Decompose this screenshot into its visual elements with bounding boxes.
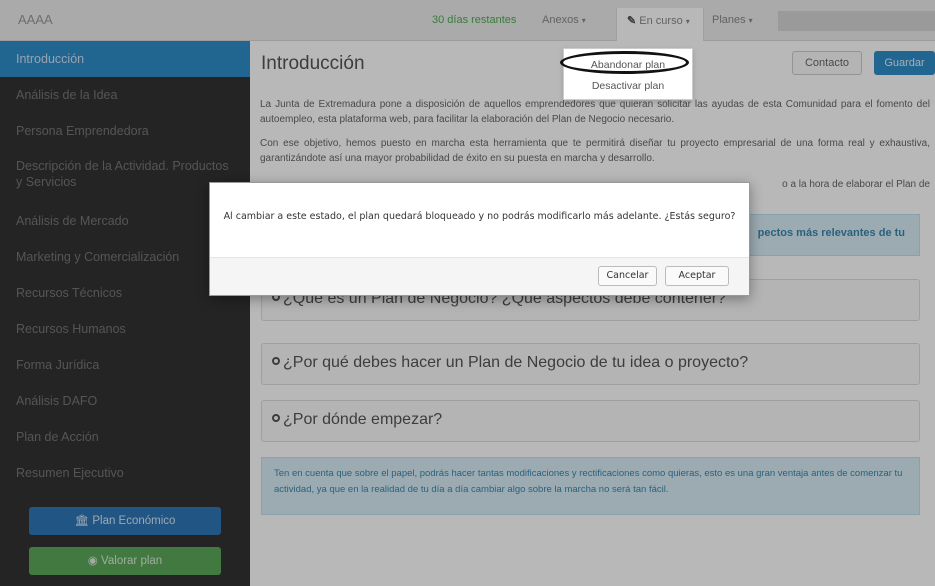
desactivar-plan-option[interactable]: Desactivar plan <box>564 80 692 92</box>
accept-button[interactable]: Aceptar <box>665 266 729 286</box>
confirm-dialog: Al cambiar a este estado, el plan quedar… <box>209 182 750 296</box>
cancel-button[interactable]: Cancelar <box>598 266 657 286</box>
dialog-footer: Cancelar Aceptar <box>210 257 749 295</box>
en-curso-dropdown: Abandonar plan Desactivar plan <box>563 48 693 100</box>
abandonar-plan-option[interactable]: Abandonar plan <box>564 59 692 71</box>
confirm-message: Al cambiar a este estado, el plan quedar… <box>223 211 736 222</box>
